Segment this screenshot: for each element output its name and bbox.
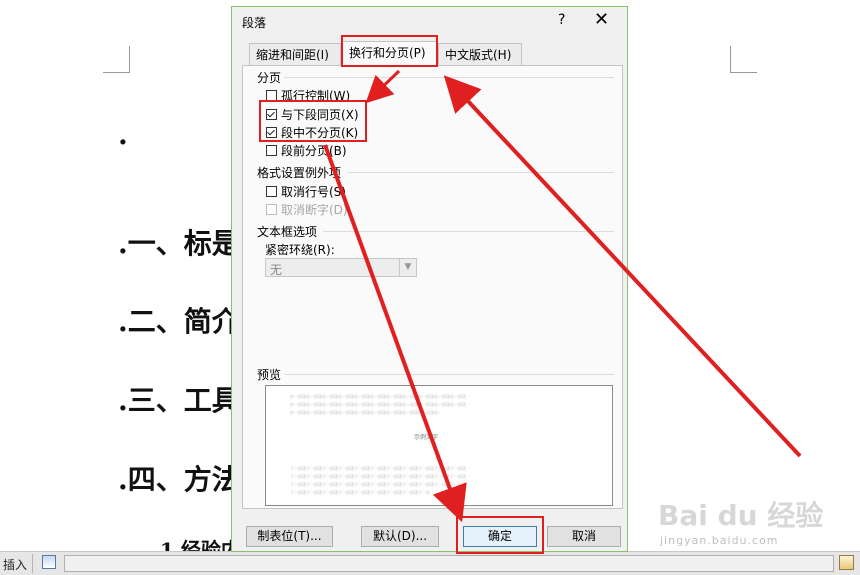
suppress-line-numbers-checkbox[interactable]: 取消行号(S) bbox=[266, 183, 346, 199]
preview-next-line: 下一段落下一段落下一段落下一段落下一段落下一段落下一段落下一段落下一段落下一段落… bbox=[290, 466, 466, 471]
checkbox-box[interactable] bbox=[266, 126, 277, 138]
document-heading-3: .三、工具 bbox=[118, 384, 240, 417]
pagination-group-label: 分页 bbox=[257, 71, 282, 85]
dont-hyphenate-checkbox: 取消断字(D) bbox=[266, 201, 348, 217]
status-separator bbox=[32, 554, 33, 573]
checkbox-label: 取消断字(D) bbox=[281, 202, 348, 217]
checkbox-box[interactable] bbox=[266, 89, 277, 101]
preview-next-line: 下一段落下一段落下一段落下一段落下一段落下一段落下一段落下一段落下一段落下一段落… bbox=[290, 490, 430, 495]
preview-prev-line: 前一段落前一段落前一段落前一段落前一段落前一段落前一段落前一段落前一段落前一段落… bbox=[290, 394, 466, 399]
checkbox-label: 取消行号(S) bbox=[281, 184, 346, 199]
view-mode-icon[interactable] bbox=[839, 555, 854, 570]
set-default-button[interactable]: 默认(D)... bbox=[361, 526, 439, 547]
preview-box: 前一段落前一段落前一段落前一段落前一段落前一段落前一段落前一段落前一段落前一段落… bbox=[265, 385, 613, 506]
tight-wrap-label: 紧密环绕(R): bbox=[265, 243, 335, 257]
checkbox-label: 孤行控制(W) bbox=[281, 88, 351, 103]
page-break-before-checkbox[interactable]: 段前分页(B) bbox=[266, 142, 347, 158]
help-icon[interactable]: ? bbox=[558, 12, 565, 28]
keep-lines-together-checkbox[interactable]: 段中不分页(K) bbox=[266, 124, 358, 140]
preview-sample-text: 示例文字 bbox=[414, 434, 439, 441]
document-heading-1: .一、标是 bbox=[118, 227, 240, 260]
checkbox-box[interactable] bbox=[266, 144, 277, 156]
keep-with-next-checkbox[interactable]: 与下段同页(X) bbox=[266, 106, 359, 122]
checkbox-label: 段中不分页(K) bbox=[281, 125, 359, 140]
group-divider bbox=[347, 172, 614, 173]
tab-asian-typography[interactable]: 中文版式(H) bbox=[438, 43, 522, 66]
checkbox-box bbox=[266, 203, 277, 215]
tabs-button[interactable]: 制表位(T)... bbox=[246, 526, 333, 547]
preview-prev-line: 前一段落前一段落前一段落前一段落前一段落前一段落前一段落前一段落前一段落前一段落… bbox=[290, 410, 440, 415]
chevron-down-icon: ▼ bbox=[399, 259, 416, 276]
checkbox-label: 段前分页(B) bbox=[281, 143, 347, 158]
preview-group-label: 预览 bbox=[257, 368, 282, 382]
group-divider bbox=[323, 231, 614, 232]
status-bar: 插入 bbox=[0, 551, 860, 575]
watermark-text: Bai du 经验 bbox=[658, 499, 824, 532]
widow-control-checkbox[interactable]: 孤行控制(W) bbox=[266, 87, 350, 103]
group-divider bbox=[284, 77, 614, 78]
document-heading-4: .四、方法 bbox=[118, 463, 240, 496]
tab-line-page-breaks[interactable]: 换行和分页(P) bbox=[342, 41, 437, 66]
checkbox-box[interactable] bbox=[266, 185, 277, 197]
tab-indents-spacing[interactable]: 缩进和间距(I) bbox=[249, 43, 341, 66]
tight-wrap-value: 无 bbox=[270, 263, 283, 277]
textbox-group-label: 文本框选项 bbox=[257, 225, 318, 239]
macro-record-icon[interactable] bbox=[42, 555, 56, 569]
checkbox-label: 与下段同页(X) bbox=[281, 107, 359, 122]
tight-wrap-select: 无 ▼ bbox=[265, 258, 417, 277]
paragraph-dialog: 段落 ? ✕ 缩进和间距(I) 中文版式(H) 换行和分页(P) 分页 孤行控制… bbox=[231, 6, 628, 552]
status-bar-field bbox=[64, 555, 834, 572]
close-icon[interactable]: ✕ bbox=[594, 9, 609, 30]
watermark-url: jingyan.baidu.com bbox=[660, 534, 779, 547]
document-heading-2: .二、简介 bbox=[118, 305, 240, 338]
ok-button[interactable]: 确定 bbox=[463, 526, 537, 547]
page-corner-mark bbox=[730, 46, 757, 73]
dialog-title: 段落 bbox=[242, 16, 267, 30]
page-corner-mark bbox=[103, 46, 130, 73]
preview-next-line: 下一段落下一段落下一段落下一段落下一段落下一段落下一段落下一段落下一段落下一段落… bbox=[290, 482, 466, 487]
insert-mode-label[interactable]: 插入 bbox=[3, 556, 27, 573]
document-bullet: . bbox=[118, 118, 128, 151]
cancel-button[interactable]: 取消 bbox=[547, 526, 621, 547]
checkbox-box[interactable] bbox=[266, 108, 277, 120]
preview-next-line: 下一段落下一段落下一段落下一段落下一段落下一段落下一段落下一段落下一段落下一段落… bbox=[290, 474, 466, 479]
baidu-watermark: Bai du 经验 jingyan.baidu.com bbox=[658, 494, 824, 547]
group-divider bbox=[284, 374, 614, 375]
preview-prev-line: 前一段落前一段落前一段落前一段落前一段落前一段落前一段落前一段落前一段落前一段落… bbox=[290, 402, 466, 407]
exceptions-group-label: 格式设置例外项 bbox=[257, 166, 342, 180]
